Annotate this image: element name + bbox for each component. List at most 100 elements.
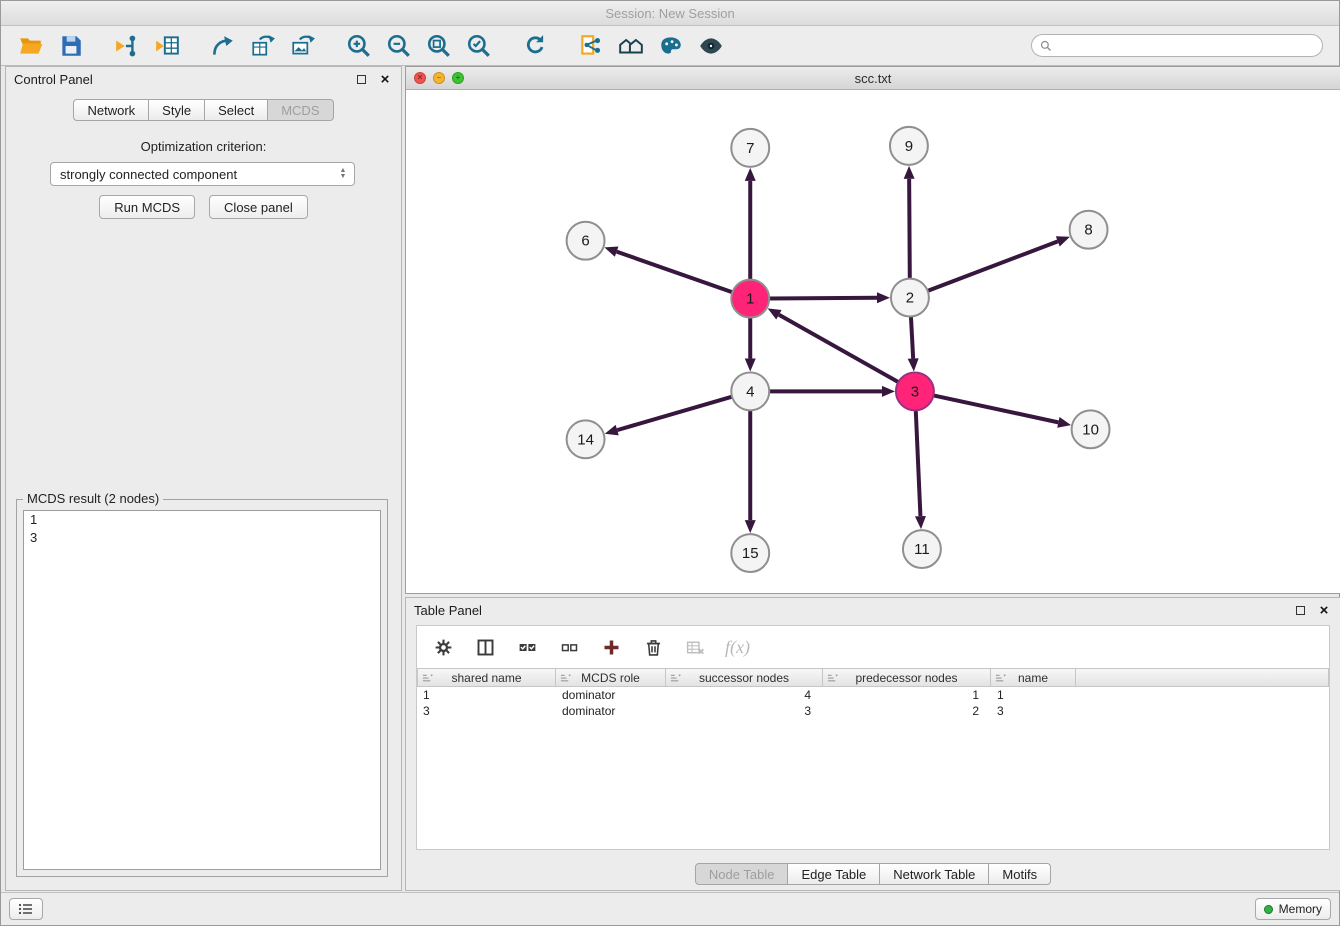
run-mcds-button[interactable]: Run MCDS bbox=[99, 195, 195, 219]
graph-node-11[interactable]: 11 bbox=[903, 530, 941, 568]
table-cell[interactable]: 3 bbox=[417, 703, 556, 719]
task-history-button[interactable] bbox=[9, 898, 43, 920]
zoom-in-button[interactable] bbox=[339, 30, 379, 62]
graph-edge-4-14[interactable] bbox=[605, 397, 732, 436]
svg-text:11: 11 bbox=[914, 541, 930, 558]
table-cell[interactable]: 3 bbox=[666, 703, 823, 719]
tab-network-table[interactable]: Network Table bbox=[880, 863, 989, 885]
function-builder-button[interactable]: f(x) bbox=[725, 635, 750, 659]
column-header-filler bbox=[1076, 668, 1329, 687]
table-cell[interactable]: dominator bbox=[556, 703, 666, 719]
memory-button[interactable]: Memory bbox=[1255, 898, 1331, 920]
tab-mcds[interactable]: MCDS bbox=[268, 99, 333, 121]
column-header-name[interactable]: name bbox=[991, 668, 1076, 687]
graph-node-6[interactable]: 6 bbox=[567, 222, 605, 260]
save-session-button[interactable] bbox=[51, 30, 91, 62]
table-row[interactable]: 3dominator323 bbox=[417, 703, 1329, 719]
tab-node-table[interactable]: Node Table bbox=[695, 863, 789, 885]
svg-text:2: 2 bbox=[906, 290, 914, 307]
graph-edge-2-8[interactable] bbox=[928, 236, 1070, 291]
column-header-predecessor-nodes[interactable]: predecessor nodes bbox=[823, 668, 991, 687]
network-snapshot-button[interactable] bbox=[571, 30, 611, 62]
svg-text:7: 7 bbox=[746, 140, 754, 157]
zoom-selected-button[interactable] bbox=[459, 30, 499, 62]
mcds-result-list[interactable]: 13 bbox=[23, 510, 381, 870]
export-table-button[interactable] bbox=[243, 30, 283, 62]
graph-edge-1-7[interactable] bbox=[745, 168, 756, 280]
graph-edge-1-4[interactable] bbox=[745, 318, 756, 372]
graph-node-8[interactable]: 8 bbox=[1070, 211, 1108, 249]
window-titlebar: Session: New Session bbox=[1, 1, 1339, 26]
graph-node-15[interactable]: 15 bbox=[731, 534, 769, 572]
column-header-successor-nodes[interactable]: successor nodes bbox=[666, 668, 823, 687]
table-panel-tabs: Node Table Edge Table Network Table Moti… bbox=[406, 863, 1340, 885]
delete-column-button[interactable] bbox=[641, 635, 665, 659]
table-cell[interactable]: 2 bbox=[823, 703, 991, 719]
close-table-panel-icon[interactable]: × bbox=[1316, 602, 1332, 618]
network-canvas[interactable]: 7 9 6 8 1 2 4 3 14 10 15 11 bbox=[406, 90, 1340, 593]
tab-edge-table[interactable]: Edge Table bbox=[788, 863, 880, 885]
tab-network[interactable]: Network bbox=[73, 99, 149, 121]
open-folder-button[interactable] bbox=[11, 30, 51, 62]
close-window-icon[interactable]: ✕ bbox=[414, 72, 426, 84]
tab-motifs[interactable]: Motifs bbox=[989, 863, 1051, 885]
graph-edge-4-15[interactable] bbox=[745, 410, 756, 533]
table-cell[interactable]: 1 bbox=[991, 687, 1076, 703]
graph-node-2[interactable]: 2 bbox=[891, 279, 929, 317]
add-column-button[interactable] bbox=[599, 635, 623, 659]
apply-style-button[interactable] bbox=[651, 30, 691, 62]
graph-edge-3-11[interactable] bbox=[915, 410, 926, 529]
graph-node-10[interactable]: 10 bbox=[1072, 410, 1110, 448]
export-network-button[interactable] bbox=[203, 30, 243, 62]
graph-node-3[interactable]: 3 bbox=[896, 372, 934, 410]
table-body: 1dominator4113dominator323 bbox=[417, 687, 1329, 719]
svg-text:1: 1 bbox=[746, 291, 754, 308]
delete-table-button[interactable] bbox=[683, 635, 707, 659]
table-cell[interactable]: dominator bbox=[556, 687, 666, 703]
select-all-button[interactable] bbox=[515, 635, 539, 659]
tab-style[interactable]: Style bbox=[149, 99, 205, 121]
table-row[interactable]: 1dominator411 bbox=[417, 687, 1329, 703]
show-columns-button[interactable] bbox=[473, 635, 497, 659]
minimize-window-icon[interactable]: − bbox=[433, 72, 445, 84]
refresh-layout-button[interactable] bbox=[515, 30, 555, 62]
close-panel-button[interactable]: Close panel bbox=[209, 195, 308, 219]
import-network-button[interactable] bbox=[107, 30, 147, 62]
table-cell[interactable]: 1 bbox=[417, 687, 556, 703]
function-builder-icon: f(x) bbox=[725, 637, 750, 658]
criterion-dropdown[interactable]: strongly connected component ▲▼ bbox=[50, 162, 355, 186]
zoom-fit-button[interactable] bbox=[419, 30, 459, 62]
column-header-mcds-role[interactable]: MCDS role bbox=[556, 668, 666, 687]
show-hide-button[interactable] bbox=[691, 30, 731, 62]
graph-node-1[interactable]: 1 bbox=[731, 280, 769, 318]
unselect-all-button[interactable] bbox=[557, 635, 581, 659]
zoom-window-icon[interactable]: + bbox=[452, 72, 464, 84]
export-image-button[interactable] bbox=[283, 30, 323, 62]
graph-node-14[interactable]: 14 bbox=[567, 420, 605, 458]
table-cell[interactable]: 1 bbox=[823, 687, 991, 703]
graph-edge-3-10[interactable] bbox=[933, 395, 1071, 427]
sort-icon bbox=[670, 673, 681, 684]
graph-edge-4-3[interactable] bbox=[769, 386, 895, 397]
graph-edge-2-9[interactable] bbox=[904, 166, 915, 279]
graph-edge-3-1[interactable] bbox=[768, 308, 899, 382]
search-box[interactable] bbox=[1031, 34, 1323, 57]
graph-edge-1-6[interactable] bbox=[604, 246, 732, 292]
import-table-button[interactable] bbox=[147, 30, 187, 62]
graph-edge-2-3[interactable] bbox=[908, 317, 919, 372]
table-settings-button[interactable] bbox=[431, 635, 455, 659]
zoom-out-button[interactable] bbox=[379, 30, 419, 62]
graph-node-4[interactable]: 4 bbox=[731, 372, 769, 410]
close-panel-icon[interactable]: × bbox=[377, 71, 393, 87]
table-cell[interactable]: 3 bbox=[991, 703, 1076, 719]
home-layout-button[interactable] bbox=[611, 30, 651, 62]
graph-node-9[interactable]: 9 bbox=[890, 127, 928, 165]
table-cell[interactable]: 4 bbox=[666, 687, 823, 703]
tab-select[interactable]: Select bbox=[205, 99, 268, 121]
column-header-shared-name[interactable]: shared name bbox=[417, 668, 556, 687]
graph-edge-1-2[interactable] bbox=[769, 292, 890, 303]
search-input[interactable] bbox=[1057, 39, 1314, 53]
graph-node-7[interactable]: 7 bbox=[731, 129, 769, 167]
float-table-panel-icon[interactable] bbox=[1292, 602, 1308, 618]
float-panel-icon[interactable] bbox=[353, 71, 369, 87]
